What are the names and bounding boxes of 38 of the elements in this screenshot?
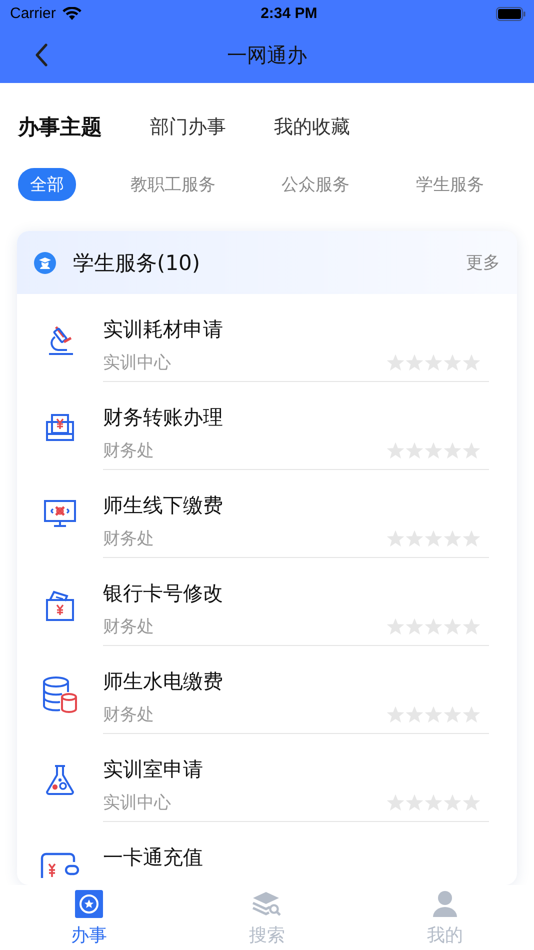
section-title: 学生服务(10) [73, 250, 202, 276]
carrier-label: Carrier [10, 5, 56, 22]
service-title[interactable]: 银行卡号修改 [103, 580, 223, 607]
wifi-icon [62, 6, 82, 20]
filter-chip[interactable]: 教职工服务 [118, 168, 228, 200]
cash-box-icon [45, 412, 75, 442]
department-label: 财务处 [103, 440, 154, 462]
envelope-icon [45, 588, 75, 622]
department-label: 实训中心 [103, 792, 171, 814]
category-tab[interactable]: 部门办事 [150, 114, 226, 140]
star-badge-icon [75, 890, 103, 918]
department-label: 财务处 [103, 616, 154, 638]
department-label: 财务处 [103, 704, 154, 726]
database-icon [42, 676, 78, 714]
flask-icon [44, 764, 76, 796]
graduate-icon [34, 252, 56, 274]
filter-chip[interactable]: 全部 [18, 168, 76, 200]
layers-search-icon [252, 890, 282, 918]
service-title[interactable]: 师生线下缴费 [103, 492, 223, 519]
service-title[interactable]: 师生水电缴费 [103, 668, 223, 695]
filter-chip[interactable]: 学生服务 [404, 168, 496, 200]
department-label: 实训中心 [103, 352, 171, 374]
wallet-icon [40, 852, 80, 878]
department-label: 财务处 [103, 528, 154, 550]
category-tab[interactable]: 我的收藏 [274, 114, 350, 140]
tab-bar-item[interactable]: 办事 [29, 885, 149, 950]
page-title: 一网通办 [227, 42, 307, 68]
service-title[interactable]: 一卡通充值 [103, 844, 203, 871]
filter-chip[interactable]: 公众服务 [270, 168, 362, 200]
monitor-icon [44, 500, 76, 528]
back-icon[interactable] [34, 43, 48, 67]
service-title[interactable]: 实训耗材申请 [103, 316, 223, 343]
category-tab[interactable]: 办事主题 [18, 113, 102, 141]
service-title[interactable]: 实训室申请 [103, 756, 203, 783]
battery-icon [496, 6, 526, 20]
service-title[interactable]: 财务转账办理 [103, 404, 223, 431]
status-time: 2:34 PM [260, 5, 318, 22]
person-icon [432, 890, 458, 918]
